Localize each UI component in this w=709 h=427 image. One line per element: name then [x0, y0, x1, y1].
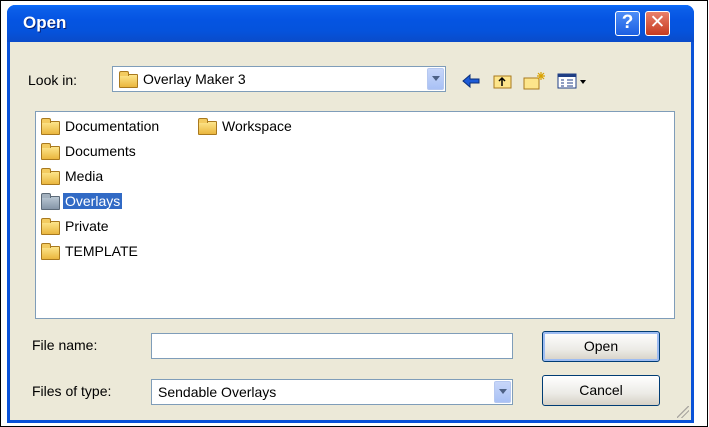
folder-icon	[198, 118, 217, 135]
list-item-documentation[interactable]: Documentation	[39, 117, 199, 137]
help-button[interactable]: ?	[615, 11, 640, 36]
folder-icon	[41, 193, 60, 210]
list-item-template[interactable]: TEMPLATE	[39, 242, 199, 262]
right-border-line	[707, 0, 708, 426]
open-dialog: Open ? ✕ Look in: Overlay Maker 3 Docume…	[7, 5, 694, 423]
folder-icon	[41, 118, 60, 135]
back-arrow-icon[interactable]	[460, 71, 482, 91]
list-item-overlays[interactable]: Overlays	[39, 192, 199, 212]
folder-icon	[119, 71, 138, 88]
chevron-down-icon[interactable]	[494, 381, 511, 403]
resize-grip[interactable]	[677, 406, 689, 418]
view-menu-icon[interactable]	[556, 71, 590, 91]
chevron-down-icon[interactable]	[427, 68, 444, 90]
files-of-type-dropdown[interactable]: Sendable Overlays	[151, 379, 513, 405]
files-of-type-value: Sendable Overlays	[158, 384, 277, 400]
folder-icon	[41, 168, 60, 185]
file-list[interactable]: Documentation Workspace Documents Media …	[35, 111, 675, 319]
close-button[interactable]: ✕	[645, 11, 670, 36]
folder-icon	[41, 218, 60, 235]
cancel-button[interactable]: Cancel	[542, 375, 660, 406]
look-in-value: Overlay Maker 3	[143, 71, 246, 87]
look-in-label: Look in:	[28, 72, 78, 88]
files-of-type-label: Files of type:	[32, 383, 112, 399]
folder-icon	[41, 143, 60, 160]
file-name-input[interactable]	[151, 333, 513, 359]
folder-icon	[41, 243, 60, 260]
look-in-dropdown[interactable]: Overlay Maker 3	[112, 66, 446, 92]
list-item-documents[interactable]: Documents	[39, 142, 199, 162]
left-border-line	[0, 0, 1, 426]
file-name-label: File name:	[32, 337, 98, 353]
list-item-workspace[interactable]: Workspace	[196, 117, 336, 137]
list-item-media[interactable]: Media	[39, 167, 199, 187]
open-button[interactable]: Open	[542, 331, 660, 362]
up-folder-icon[interactable]	[492, 71, 514, 91]
new-folder-icon[interactable]	[522, 71, 545, 91]
dialog-title: Open	[23, 13, 67, 32]
list-item-private[interactable]: Private	[39, 217, 199, 237]
title-bar[interactable]: Open ? ✕	[7, 5, 694, 42]
